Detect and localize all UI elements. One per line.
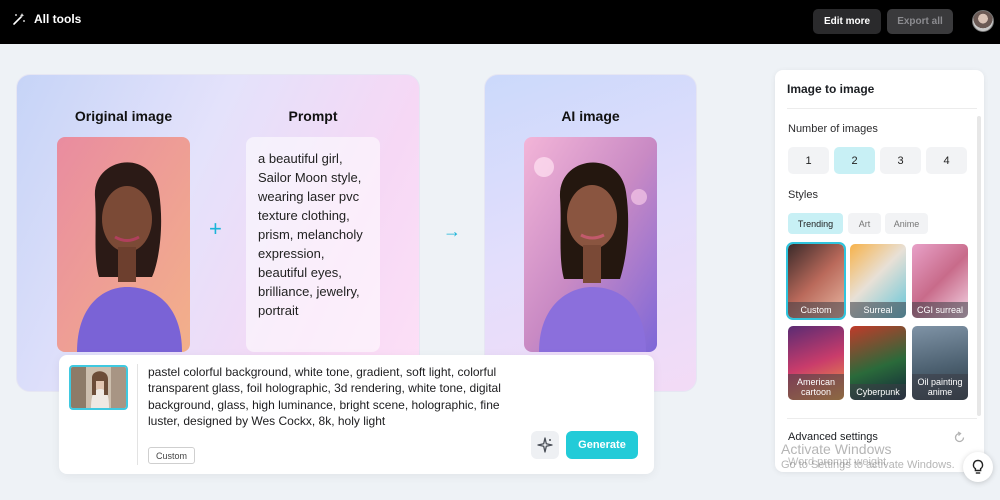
reset-icon[interactable] [953, 431, 966, 449]
divider [137, 364, 138, 465]
style-card-surreal[interactable]: Surreal [850, 244, 906, 318]
number-of-images-label: Number of images [788, 123, 878, 135]
tab-trending[interactable]: Trending [788, 213, 843, 234]
style-card-label: Cyberpunk [850, 384, 906, 400]
all-tools-button[interactable]: All tools [12, 12, 81, 26]
prompt-preview-text: a beautiful girl, Sailor Moon style, wea… [258, 151, 363, 318]
style-card-label: CGI surreal [912, 302, 968, 318]
panel-divider [787, 418, 977, 419]
user-avatar[interactable] [972, 10, 994, 32]
tab-anime[interactable]: Anime [885, 213, 928, 234]
original-image[interactable] [57, 137, 190, 352]
original-image-title: Original image [74, 108, 173, 124]
panel-scrollbar[interactable] [977, 116, 981, 416]
activate-windows-hint: Go to Settings to activate Windows. [781, 459, 955, 471]
number-option-2[interactable]: 2 [834, 147, 875, 174]
style-card-label: Oil painting anime [912, 374, 968, 400]
prompt-preview: a beautiful girl, Sailor Moon style, wea… [246, 137, 380, 352]
style-tag-custom[interactable]: Custom [148, 447, 195, 464]
ai-image-title: AI image [561, 108, 620, 124]
plus-icon: + [209, 216, 222, 241]
help-button[interactable] [963, 452, 993, 482]
arrow-right-icon: → [443, 221, 461, 241]
style-card-label: Custom [788, 302, 844, 318]
sparkle-icon [537, 437, 553, 453]
style-card-label: Surreal [850, 302, 906, 318]
ai-image[interactable] [524, 137, 657, 352]
number-option-1[interactable]: 1 [788, 147, 829, 174]
prompt-title: Prompt [288, 108, 338, 124]
activate-windows-watermark: Activate Windows [781, 441, 892, 457]
prompt-input[interactable]: pastel colorful background, white tone, … [148, 364, 518, 430]
magic-wand-icon [13, 13, 25, 25]
style-card-custom[interactable]: Custom [786, 242, 846, 320]
style-card-cgi-surreal[interactable]: CGI surreal [912, 244, 968, 318]
all-tools-label: All tools [34, 12, 82, 26]
edit-more-button[interactable]: Edit more [813, 9, 881, 34]
reference-thumbnail[interactable] [69, 365, 128, 410]
number-option-4[interactable]: 4 [926, 147, 967, 174]
enhance-prompt-button[interactable] [531, 431, 559, 459]
export-all-button[interactable]: Export all [887, 9, 953, 34]
style-card-label: American cartoon [788, 374, 844, 400]
style-card-cyberpunk[interactable]: Cyberpunk [850, 326, 906, 400]
generate-button[interactable]: Generate [566, 431, 638, 459]
styles-label: Styles [788, 189, 818, 201]
lightbulb-icon [972, 459, 984, 474]
panel-divider [787, 108, 977, 109]
top-bar: All tools Edit more Export all [0, 0, 1000, 44]
tab-art[interactable]: Art [848, 213, 881, 234]
panel-title: Image to image [787, 82, 875, 96]
number-option-3[interactable]: 3 [880, 147, 921, 174]
style-card-american-cartoon[interactable]: American cartoon [788, 326, 844, 400]
style-card-oil-painting-anime[interactable]: Oil painting anime [912, 326, 968, 400]
